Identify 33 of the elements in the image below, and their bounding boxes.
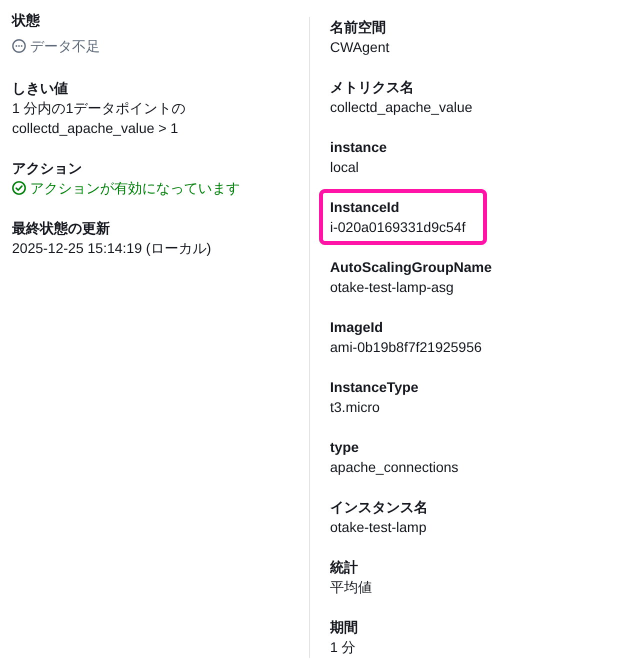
field-value: 2025-12-25 15:14:19 (ローカル) <box>12 239 212 258</box>
field-value: CWAgent <box>330 38 390 57</box>
ellipsis-circle-icon <box>12 39 26 53</box>
check-circle-icon <box>12 181 26 195</box>
field-label: アクション <box>12 159 82 178</box>
field-value: otake-test-lamp-asg <box>330 278 454 297</box>
field-value: otake-test-lamp <box>330 518 426 537</box>
field-value: ami-0b19b8f7f21925956 <box>330 338 482 357</box>
field-value: apache_connections <box>330 458 458 477</box>
field-label: しきい値 <box>12 79 68 98</box>
field-label: インスタンス名 <box>330 498 428 517</box>
field-value: 1 分 <box>330 638 356 657</box>
status-text: データ不足 <box>30 37 100 56</box>
field-label: 統計 <box>330 558 358 577</box>
field-value: collectd_apache_value <box>330 98 472 117</box>
field-value: i-020a0169331d9c54f <box>330 218 466 237</box>
field-value: 1 分内の1データポイントの <box>12 99 186 118</box>
field-label: InstanceType <box>330 378 418 397</box>
field-value: local <box>330 158 359 177</box>
field-label: 状態 <box>12 11 40 30</box>
field-label: ImageId <box>330 318 383 337</box>
field-label: InstanceId <box>330 198 400 217</box>
field-label: AutoScalingGroupName <box>330 258 492 277</box>
field-value: 平均値 <box>330 578 372 597</box>
field-label: type <box>330 438 359 457</box>
field-label: instance <box>330 138 387 157</box>
field-value: t3.micro <box>330 398 380 417</box>
field-label: 名前空間 <box>330 18 386 37</box>
field-label: 最終状態の更新 <box>12 219 110 238</box>
field-value: collectd_apache_value > 1 <box>12 119 178 138</box>
field-label: 期間 <box>330 618 358 637</box>
field-label: メトリクス名 <box>330 78 414 97</box>
status-text: アクションが有効になっています <box>30 179 240 198</box>
